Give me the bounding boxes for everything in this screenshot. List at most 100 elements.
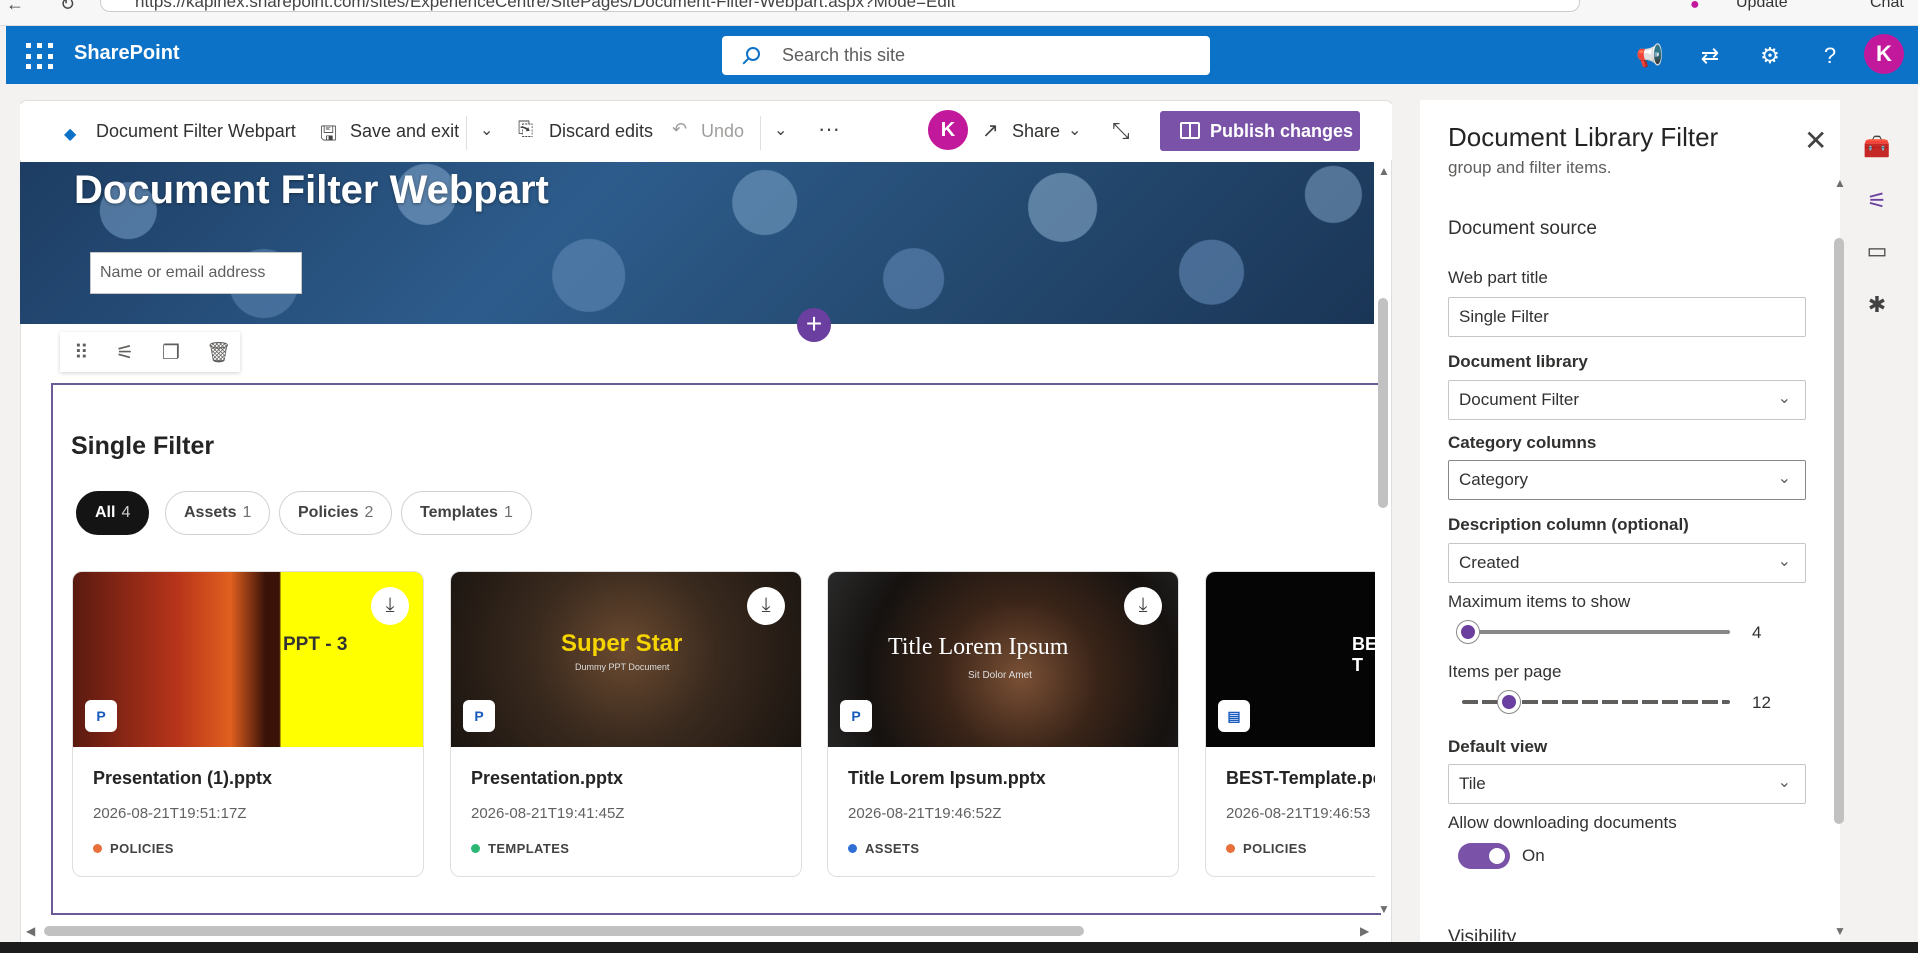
max-items-label: Maximum items to show xyxy=(1448,592,1631,611)
scroll-up-icon[interactable]: ▲ xyxy=(1378,164,1390,178)
document-category: POLICIES xyxy=(93,841,174,856)
vertical-scroll-thumb[interactable] xyxy=(1378,298,1388,508)
download-label: Allow downloading documents xyxy=(1448,813,1677,832)
megaphone-icon[interactable]: 📢 xyxy=(1636,42,1664,70)
thumbnail-subtext: Dummy PPT Document xyxy=(575,662,670,672)
collapse-icon[interactable]: ⤡ xyxy=(1112,118,1130,144)
webpart-title-label: Web part title xyxy=(1448,268,1548,287)
library-label: Document library xyxy=(1448,352,1588,371)
add-section-button[interactable]: + xyxy=(797,308,831,342)
chevron-down-icon: ⌄ xyxy=(1777,470,1791,487)
document-name[interactable]: Title Lorem Ipsum.pptx xyxy=(848,768,1046,789)
download-icon[interactable]: ⤓ xyxy=(747,587,785,625)
help-icon[interactable]: ? xyxy=(1816,42,1844,70)
per-page-label: Items per page xyxy=(1448,662,1562,681)
powerpoint-icon: P xyxy=(85,700,117,732)
search-box[interactable]: Search this site xyxy=(722,36,1210,75)
duplicate-icon[interactable]: ❐ xyxy=(162,340,180,365)
refresh-icon[interactable]: ↻ xyxy=(60,0,75,15)
document-card[interactable]: Title Lorem Ipsum Sit Dolor Amet ⤓ P Tit… xyxy=(827,571,1179,877)
coauthor-avatar[interactable]: K xyxy=(928,110,968,150)
vertical-scrollbar[interactable] xyxy=(1376,162,1390,915)
download-icon[interactable]: ⤓ xyxy=(371,587,409,625)
default-view-value: Tile xyxy=(1459,774,1486,793)
filter-label: All xyxy=(95,504,116,521)
scroll-up-icon[interactable]: ▲ xyxy=(1834,176,1846,190)
delete-icon[interactable]: 🗑 xyxy=(206,340,231,365)
close-icon[interactable]: ✕ xyxy=(1804,124,1827,157)
scroll-down-icon[interactable]: ▼ xyxy=(1834,924,1846,938)
edit-properties-icon[interactable]: ⚟ xyxy=(116,340,134,365)
document-name[interactable]: Presentation.pptx xyxy=(471,768,623,789)
properties-icon[interactable]: ⚟ xyxy=(1862,188,1892,218)
discard-edits-button[interactable]: Discard edits xyxy=(549,121,653,142)
address-bar[interactable]: https://kapinex.sharepoint.com/sites/Exp… xyxy=(100,0,1580,12)
filter-label: Policies xyxy=(298,504,359,521)
scroll-down-icon[interactable]: ▼ xyxy=(1378,902,1390,916)
publish-label: Publish changes xyxy=(1210,121,1354,141)
filter-pill-all[interactable]: All 4 xyxy=(76,491,150,535)
pane-scrollbar[interactable] xyxy=(1834,238,1844,824)
filter-count: 1 xyxy=(242,504,252,521)
horizontal-scroll-thumb[interactable] xyxy=(44,926,1084,936)
gear-icon[interactable]: ⚙ xyxy=(1756,42,1784,70)
section-toolbar: ⠿ ⚟ ❐ 🗑 xyxy=(60,332,240,372)
chevron-down-icon: ⌄ xyxy=(1777,774,1791,791)
filter-pill-assets[interactable]: Assets 1 xyxy=(165,491,271,535)
app-launcher-icon[interactable] xyxy=(22,40,53,70)
user-avatar[interactable]: K xyxy=(1864,34,1904,74)
document-card[interactable]: Super Star Dummy PPT Document ⤓ P Presen… xyxy=(450,571,802,877)
profile-icon[interactable]: ● xyxy=(1690,0,1700,14)
webpart-title: Single Filter xyxy=(71,432,215,460)
thumbnail-subtext: Sit Dolor Amet xyxy=(968,670,1032,681)
filter-pill-templates[interactable]: Templates 1 xyxy=(401,491,532,535)
filter-label: Assets xyxy=(184,504,237,521)
undo-button[interactable]: Undo xyxy=(701,121,744,142)
design-icon[interactable]: ▭ xyxy=(1862,238,1892,268)
description-value: Created xyxy=(1459,553,1520,572)
scroll-left-icon[interactable]: ◀ xyxy=(26,924,35,938)
drag-handle-icon[interactable]: ⠿ xyxy=(74,340,89,365)
download-toggle[interactable] xyxy=(1458,843,1510,869)
max-items-slider[interactable] xyxy=(1458,630,1730,634)
people-input[interactable]: Name or email address xyxy=(90,252,302,294)
sharepoint-brand[interactable]: SharePoint xyxy=(74,42,180,65)
per-page-slider-thumb[interactable] xyxy=(1498,691,1520,713)
chevron-down-icon[interactable]: ⌄ xyxy=(774,120,787,140)
category-dropdown[interactable]: Category ⌄ xyxy=(1448,460,1806,500)
toolbox-icon[interactable]: 🧰 xyxy=(1862,134,1892,164)
update-button[interactable]: Update xyxy=(1736,0,1788,12)
chat-button[interactable]: Chat xyxy=(1870,0,1904,12)
save-exit-button[interactable]: Save and exit xyxy=(350,121,459,142)
document-card[interactable]: BEST T ▤ BEST-Template.pc 2026-08-21T19:… xyxy=(1205,571,1375,877)
description-dropdown[interactable]: Created ⌄ xyxy=(1448,543,1806,583)
scroll-right-icon[interactable]: ▶ xyxy=(1360,924,1369,938)
chevron-down-icon[interactable]: ⌄ xyxy=(480,120,493,140)
publish-changes-button[interactable]: Publish changes xyxy=(1160,111,1360,151)
group-heading: Document source xyxy=(1448,218,1597,239)
more-options-icon[interactable]: ··· xyxy=(818,116,840,142)
webpart-title-input[interactable]: Single Filter xyxy=(1448,297,1806,337)
download-icon[interactable]: ⤓ xyxy=(1124,587,1162,625)
filter-label: Templates xyxy=(420,504,498,521)
per-page-value: 12 xyxy=(1752,693,1771,712)
default-view-dropdown[interactable]: Tile ⌄ xyxy=(1448,764,1806,804)
share-feedback-icon[interactable]: ⇄ xyxy=(1696,42,1724,70)
back-icon[interactable]: ← xyxy=(6,0,24,15)
library-dropdown[interactable]: Document Filter ⌄ xyxy=(1448,380,1806,420)
filter-pill-policies[interactable]: Policies 2 xyxy=(279,491,393,535)
document-thumbnail xyxy=(73,572,423,747)
document-name[interactable]: Presentation (1).pptx xyxy=(93,768,272,789)
filter-count: 4 xyxy=(121,504,131,521)
document-card[interactable]: PPT - 3 ⤓ P Presentation (1).pptx 2026-0… xyxy=(72,571,424,877)
share-button[interactable]: Share xyxy=(1012,121,1060,142)
accessibility-icon[interactable]: ✱ xyxy=(1862,292,1892,322)
max-items-slider-thumb[interactable] xyxy=(1457,621,1479,643)
category-value: Category xyxy=(1459,470,1528,489)
chevron-down-icon: ⌄ xyxy=(1777,553,1791,570)
hero-title[interactable]: Document Filter Webpart xyxy=(74,168,549,213)
document-name[interactable]: BEST-Template.pc xyxy=(1226,768,1375,789)
chevron-down-icon[interactable]: ⌄ xyxy=(1068,120,1081,140)
filter-count: 2 xyxy=(364,504,374,521)
thumbnail-text: PPT - 3 xyxy=(283,634,348,655)
